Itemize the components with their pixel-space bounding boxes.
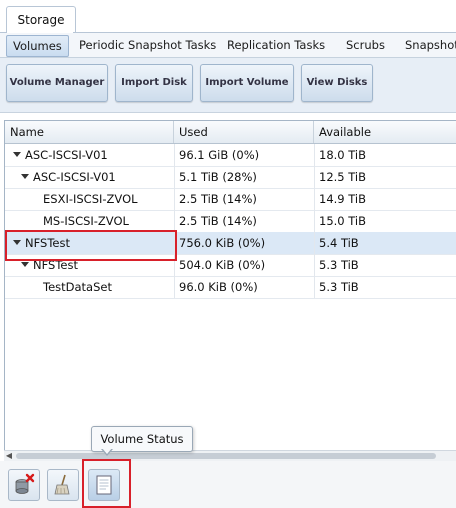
tab-replication-tasks[interactable]: Replication Tasks [227,35,325,55]
expand-arrow-icon[interactable] [13,152,21,157]
row-name: TestDataSet [43,280,112,294]
tab-snapshots[interactable]: Snapshots [405,35,456,55]
import-volume-button[interactable]: Import Volume [200,64,294,102]
row-name: ASC-ISCSI-V01 [33,170,116,184]
volume-manager-button[interactable]: Volume Manager [6,64,108,102]
table-row[interactable]: ASC-ISCSI-V01 5.1 TiB (28%) 12.5 TiB [5,166,456,189]
row-name: NFSTest [25,236,70,250]
column-header-available[interactable]: Available [314,121,456,143]
expand-arrow-icon[interactable] [21,174,29,179]
row-available: 14.9 TiB [319,192,367,206]
volumes-grid: Name Used Available ASC-ISCSI-V01 96.1 G… [4,120,456,452]
row-available: 5.3 TiB [319,280,359,294]
table-row[interactable]: NFSTest 504.0 KiB (0%) 5.3 TiB [5,254,456,277]
column-header-used[interactable]: Used [174,121,314,143]
row-available: 5.3 TiB [319,258,359,272]
tab-scrubs[interactable]: Scrubs [346,35,385,55]
table-row[interactable]: MS-ISCSI-ZVOL 2.5 TiB (14%) 15.0 TiB [5,210,456,233]
row-available: 15.0 TiB [319,214,367,228]
grid-header: Name Used Available [5,121,456,144]
row-name: ASC-ISCSI-V01 [25,148,108,162]
row-name: MS-ISCSI-ZVOL [43,214,129,228]
column-header-name[interactable]: Name [5,121,174,143]
row-available: 18.0 TiB [319,148,367,162]
detach-volume-icon [15,473,35,494]
tab-periodic-snapshot-tasks[interactable]: Periodic Snapshot Tasks [79,35,216,55]
row-used: 504.0 KiB (0%) [179,258,266,272]
expand-arrow-icon[interactable] [21,262,29,267]
volume-status-button[interactable] [88,469,120,501]
import-disk-button[interactable]: Import Disk [115,64,193,102]
row-used: 5.1 TiB (28%) [179,170,257,184]
table-row-selected[interactable]: NFSTest 756.0 KiB (0%) 5.4 TiB [5,232,456,255]
row-used: 2.5 TiB (14%) [179,214,257,228]
table-row[interactable]: TestDataSet 96.0 KiB (0%) 5.3 TiB [5,276,456,299]
row-available: 5.4 TiB [319,236,359,250]
scrub-volume-icon [54,474,70,495]
sub-tab-bar: Volumes Periodic Snapshot Tasks Replicat… [0,33,456,58]
row-used: 756.0 KiB (0%) [179,236,266,250]
volume-toolbar: Volume Manager Import Disk Import Volume… [0,58,456,113]
scrub-volume-button[interactable] [47,469,79,501]
detach-volume-button[interactable] [8,469,40,501]
row-name: ESXI-ISCSI-ZVOL [43,192,138,206]
expand-arrow-icon[interactable] [13,240,21,245]
scrollbar-thumb[interactable] [16,453,436,459]
table-row[interactable]: ESXI-ISCSI-ZVOL 2.5 TiB (14%) 14.9 TiB [5,188,456,211]
row-available: 12.5 TiB [319,170,367,184]
row-name: NFSTest [33,258,78,272]
volume-status-icon [96,475,112,495]
tab-volumes[interactable]: Volumes [6,35,69,57]
view-disks-button[interactable]: View Disks [301,64,373,102]
tab-storage[interactable]: Storage [6,6,76,33]
horizontal-scrollbar[interactable]: ◀ [4,450,456,461]
row-used: 96.0 KiB (0%) [179,280,258,294]
scroll-left-arrow-icon[interactable]: ◀ [4,451,14,461]
row-used: 96.1 GiB (0%) [179,148,260,162]
row-used: 2.5 TiB (14%) [179,192,257,206]
volume-actions-bar [0,461,456,508]
table-row[interactable]: ASC-ISCSI-V01 96.1 GiB (0%) 18.0 TiB [5,144,456,167]
